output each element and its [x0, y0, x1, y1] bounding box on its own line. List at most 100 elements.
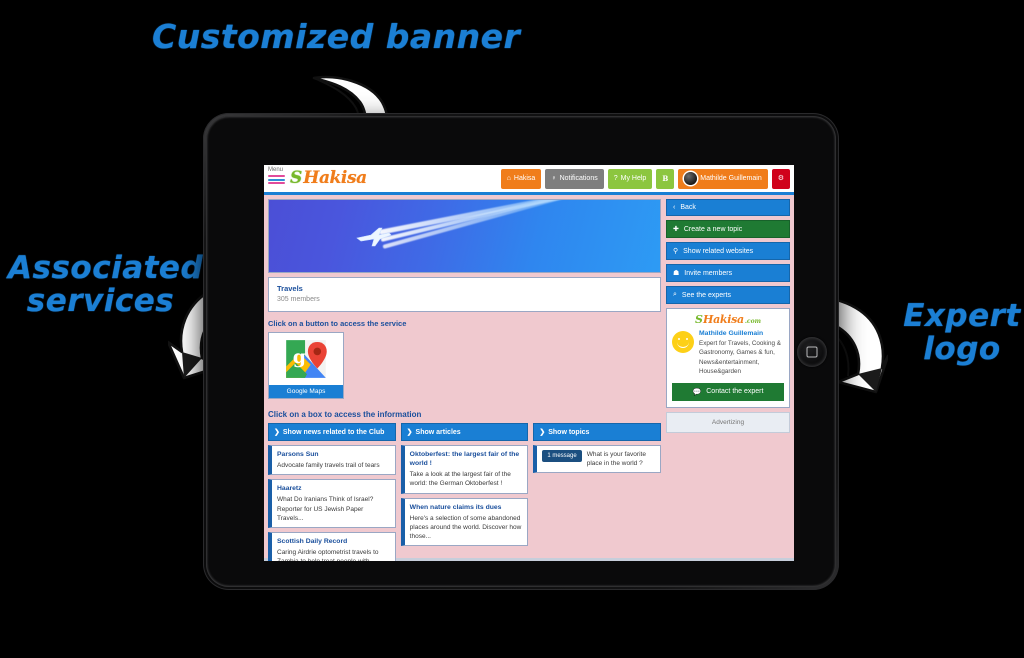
sidebar-label-see-experts: See the experts	[681, 291, 731, 299]
nav-button-user[interactable]: Mathilde Guillemain	[678, 168, 768, 189]
smiley-avatar-icon	[672, 331, 694, 353]
news-title: Parsons Sun	[277, 451, 319, 458]
topic-card[interactable]: 1 message What is your favorite place in…	[533, 445, 662, 474]
column-articles: ❯ Show articles Oktoberfest: the largest…	[400, 423, 529, 561]
expert-description: Expert for Travels, Cooking & Gastronomy…	[699, 340, 781, 376]
main-column: Travels 305 members Click on a button to…	[268, 199, 662, 561]
expert-logo-domain: .com	[744, 318, 761, 325]
sidebar-button-create-topic[interactable]: ✚ Create a new topic	[666, 220, 790, 238]
nav-button-settings[interactable]: ⚙	[771, 168, 790, 189]
column-topics: ❯ Show topics 1 message What is your fav…	[533, 423, 662, 561]
right-sidebar: ‹ Back ✚ Create a new topic ⚲ Show relat…	[666, 199, 790, 554]
sidebar-button-invite-members[interactable]: ☗ Invite members	[666, 264, 790, 282]
hakisa-logo-text: Hakisa	[303, 168, 367, 188]
chevron-right-icon: ❯	[539, 429, 546, 436]
article-body: Take a look at the largest fair of the w…	[409, 471, 511, 488]
news-card[interactable]: Parsons Sun Advocate family travels trai…	[268, 445, 396, 476]
news-title: Scottish Daily Record	[277, 537, 348, 545]
hakisa-logo[interactable]: S Hakisa	[290, 170, 367, 187]
news-body: Advocate family travels trail of tears	[277, 462, 380, 470]
article-title: Oktoberfest: the largest fair of the wor…	[409, 451, 520, 468]
svg-text:g: g	[293, 346, 306, 368]
nav-label-b: B	[662, 174, 669, 183]
club-title: Travels	[277, 284, 303, 293]
nav-button-hakisa[interactable]: ⌂ Hakisa	[500, 168, 542, 189]
nav-label-notifications: Notifications	[559, 175, 598, 182]
plus-icon: ✚	[673, 226, 679, 233]
sidebar-label-create-topic: Create a new topic	[683, 225, 743, 233]
chevron-right-icon: ❯	[274, 429, 280, 436]
tablet-device: Menu S Hakisa ⌂ Hakisa ♀ Notifications ?…	[203, 113, 839, 590]
expert-info: Mathilde Guillemain Expert for Travels, …	[699, 330, 784, 377]
news-card[interactable]: Scottish Daily Record Caring Airdrie opt…	[268, 531, 396, 561]
gear-icon: ⚙	[777, 175, 784, 182]
nav-button-notifications[interactable]: ♀ Notifications	[545, 168, 604, 189]
header-label-articles: Show articles	[415, 428, 461, 436]
nav-label-my-help: My Help	[620, 175, 647, 182]
article-card[interactable]: When nature claims its dues Here's a sel…	[400, 497, 529, 546]
airplane-icon	[356, 227, 392, 247]
article-card[interactable]: Oktoberfest: the largest fair of the wor…	[400, 445, 529, 494]
header-show-news[interactable]: ❯ Show news related to the Club	[268, 423, 396, 441]
sidebar-button-back[interactable]: ‹ Back	[666, 199, 790, 216]
hakisa-leaf-icon: S	[695, 313, 703, 326]
service-tile-google-maps[interactable]: g Google Maps	[268, 332, 344, 399]
nav-button-my-help[interactable]: ? My Help	[607, 168, 653, 189]
news-card[interactable]: Haaretz What Do Iranians Think of Israel…	[268, 479, 396, 528]
club-card[interactable]: Travels 305 members	[268, 277, 661, 312]
sidebar-label-invite-members: Invite members	[684, 269, 733, 277]
club-members-count: 305 members	[277, 296, 320, 303]
user-add-icon: ☗	[673, 270, 680, 277]
header-label-topics: Show topics	[548, 428, 590, 436]
topic-message-badge: 1 message	[542, 450, 582, 462]
bell-icon: ♀	[551, 175, 557, 182]
article-body: Here's a selection of some abandoned pla…	[409, 514, 522, 540]
top-nav-buttons: ⌂ Hakisa ♀ Notifications ? My Help B Mat…	[500, 168, 794, 189]
header-show-topics[interactable]: ❯ Show topics	[533, 423, 662, 441]
nav-label-hakisa: Hakisa	[513, 175, 536, 182]
hakisa-leaf-icon: S	[290, 168, 303, 188]
news-body: Caring Airdrie optometrist travels to Za…	[277, 548, 379, 561]
topic-text: What is your favorite place in the world…	[586, 451, 646, 468]
annotation-associated-services: Associated services	[8, 250, 204, 319]
globe-icon: ⚲	[673, 248, 679, 255]
page-columns: Travels 305 members Click on a button to…	[268, 199, 790, 561]
annotation-customized-banner: Customized banner	[152, 17, 521, 56]
contact-expert-label: Contact the expert	[706, 388, 764, 396]
nav-button-b[interactable]: B	[656, 168, 675, 189]
sidebar-button-related-websites[interactable]: ⚲ Show related websites	[666, 242, 790, 260]
page-frame: Travels 305 members Click on a button to…	[264, 195, 794, 561]
expert-body: Mathilde Guillemain Expert for Travels, …	[672, 330, 784, 377]
article-title: When nature claims its dues	[409, 503, 502, 511]
brand-area: Menu S Hakisa	[264, 165, 367, 192]
header-show-articles[interactable]: ❯ Show articles	[400, 423, 529, 441]
service-label-google-maps: Google Maps	[269, 385, 343, 398]
expert-hakisa-logo: S Hakisa .com	[672, 314, 784, 325]
hamburger-icon[interactable]	[268, 175, 285, 186]
home-square-icon	[806, 346, 818, 357]
column-news: ❯ Show news related to the Club Parsons …	[268, 423, 396, 561]
top-navigation-bar: Menu S Hakisa ⌂ Hakisa ♀ Notifications ?…	[264, 165, 794, 195]
menu-label: Menu	[268, 167, 284, 173]
news-title: Haaretz	[277, 485, 302, 493]
sidebar-label-back: Back	[680, 204, 696, 211]
chat-icon: 💬	[692, 388, 702, 396]
home-button[interactable]	[797, 336, 827, 367]
annotation-expert-logo: Expert logo	[903, 298, 1021, 367]
tablet-screen: Menu S Hakisa ⌂ Hakisa ♀ Notifications ?…	[264, 165, 794, 561]
expert-card: S Hakisa .com Mathilde Guillemain Expert…	[666, 308, 790, 408]
expert-logo-text: Hakisa	[703, 313, 744, 326]
customized-banner	[268, 199, 661, 273]
contact-expert-button[interactable]: 💬 Contact the expert	[672, 382, 784, 401]
menu-button[interactable]: Menu	[268, 165, 285, 186]
expert-name[interactable]: Mathilde Guillemain	[699, 330, 784, 337]
avatar	[684, 172, 698, 185]
screenshot-stage: Customized banner Associated services Ex…	[0, 0, 1024, 658]
info-boxes: ❯ Show news related to the Club Parsons …	[268, 423, 662, 561]
services-row: g Google Maps	[268, 332, 661, 399]
advertising-slot: Advertizing	[666, 411, 790, 433]
chevron-left-icon: ‹	[673, 204, 676, 211]
question-icon: ?	[613, 175, 618, 182]
news-body: What Do Iranians Think of Israel? Report…	[277, 496, 374, 522]
sidebar-button-see-experts[interactable]: ⌕ See the experts	[666, 286, 790, 304]
